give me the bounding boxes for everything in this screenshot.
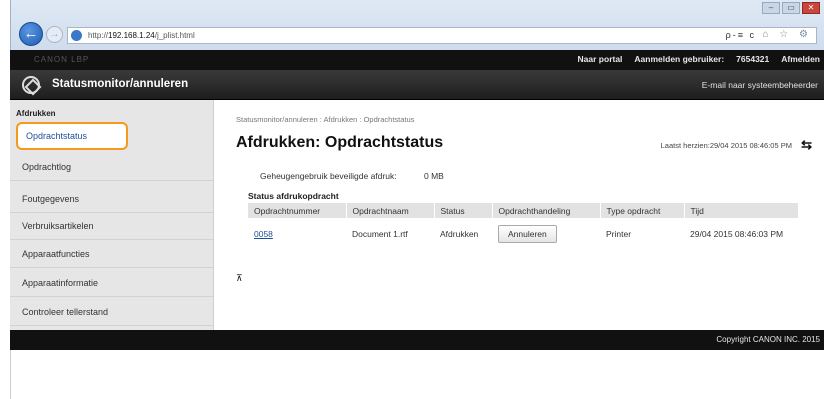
app-title: Statusmonitor/annuleren [52, 78, 189, 90]
refresh-icon[interactable]: ⇆ [801, 137, 812, 153]
section-title: Status afdrukopdracht [248, 191, 339, 201]
job-number-link[interactable]: 0058 [254, 229, 273, 239]
remote-ui-logo-icon [22, 76, 40, 94]
main-content: Statusmonitor/annuleren : Afdrukken : Op… [214, 100, 824, 330]
column-header: Type opdracht [600, 203, 685, 218]
top-link-bar: CANON LBP Naar portal Aanmelden gebruike… [10, 50, 824, 70]
close-button[interactable]: ✕ [802, 2, 820, 14]
sidebar-heading: Afdrukken [16, 109, 56, 118]
device-name-text: CANON LBP [34, 55, 90, 64]
column-header: Status [434, 203, 493, 218]
title-bar: Statusmonitor/annuleren E-mail naar syst… [10, 70, 824, 100]
footer: Copyright CANON INC. 2015 [10, 330, 824, 350]
job-status-table: Opdrachtnummer Opdrachtnaam Status Opdra… [248, 203, 799, 250]
address-bar[interactable]: http://192.168.1.24/j_plist.html ρ-≡ c ⌂… [67, 27, 817, 44]
column-header: Tijd [684, 203, 799, 218]
page-title: Afdrukken: Opdrachtstatus [236, 134, 444, 151]
logout-link[interactable]: Afmelden [781, 54, 820, 64]
last-updated-text: Laatst herzien:29/04 2015 08:46:05 PM [660, 141, 792, 150]
sidebar-item-opdrachtstatus[interactable]: Opdrachtstatus [16, 122, 128, 150]
browser-chrome: – ▭ ✕ ← → http://192.168.1.24/j_plist.ht… [10, 0, 824, 50]
portal-link[interactable]: Naar portal [578, 54, 623, 64]
forward-arrow-icon[interactable]: → [46, 26, 63, 43]
url-text: http://192.168.1.24/j_plist.html [88, 31, 195, 40]
sidebar-item-verbruiksartikelen[interactable]: Verbruiksartikelen [10, 213, 214, 240]
minimize-button[interactable]: – [762, 2, 780, 14]
sidebar-item-foutgegevens[interactable]: Foutgegevens [10, 186, 214, 213]
job-status-cell: Afdrukken [440, 229, 479, 239]
back-arrow-icon[interactable]: ← [19, 22, 43, 46]
window-controls: – ▭ ✕ [762, 2, 820, 14]
column-header: Opdrachtnummer [248, 203, 347, 218]
column-header: Opdrachthandeling [492, 203, 601, 218]
login-user-label: Aanmelden gebruiker: [634, 54, 725, 64]
home-favorites-settings-icons[interactable]: ⌂ ☆ ⚙ [762, 29, 812, 40]
job-time-cell: 29/04 2015 08:46:03 PM [690, 229, 784, 239]
table-header-row: Opdrachtnummer Opdrachtnaam Status Opdra… [248, 203, 799, 218]
breadcrumb: Statusmonitor/annuleren : Afdrukken : Op… [236, 115, 415, 124]
maximize-button[interactable]: ▭ [782, 2, 800, 14]
mail-admin-link[interactable]: E-mail naar systeembeheerder [702, 80, 818, 90]
job-name-cell: Document 1.rtf [352, 229, 408, 239]
table-row: 0058 Document 1.rtf Afdrukken Annuleren … [248, 218, 798, 250]
user-id: 7654321 [736, 54, 770, 64]
page-edge [10, 350, 11, 399]
sidebar-item-opdrachtlog[interactable]: Opdrachtlog [10, 154, 214, 181]
top-links: Naar portal Aanmelden gebruiker: 7654321… [578, 54, 820, 64]
sidebar-item-apparaatinformatie[interactable]: Apparaatinformatie [10, 270, 214, 297]
column-header: Opdrachtnaam [346, 203, 435, 218]
job-type-cell: Printer [606, 229, 632, 239]
sidebar-item-apparaatfuncties[interactable]: Apparaatfuncties [10, 241, 214, 268]
sidebar-item-tellerstand[interactable]: Controleer tellerstand [10, 299, 214, 326]
copyright-text: Copyright CANON INC. 2015 [716, 335, 820, 344]
back-to-top-icon[interactable]: ⊼ [236, 273, 243, 284]
memory-usage-value: 0 MB [424, 171, 444, 181]
memory-usage-label: Geheugengebruik beveiligde afdruk: [260, 171, 397, 181]
search-refresh-icons[interactable]: ρ-≡ c [726, 30, 756, 40]
sidebar: Afdrukken Opdrachtstatus Opdrachtlog Fou… [10, 100, 214, 330]
page-icon [71, 30, 82, 41]
cancel-button[interactable]: Annuleren [498, 225, 557, 243]
